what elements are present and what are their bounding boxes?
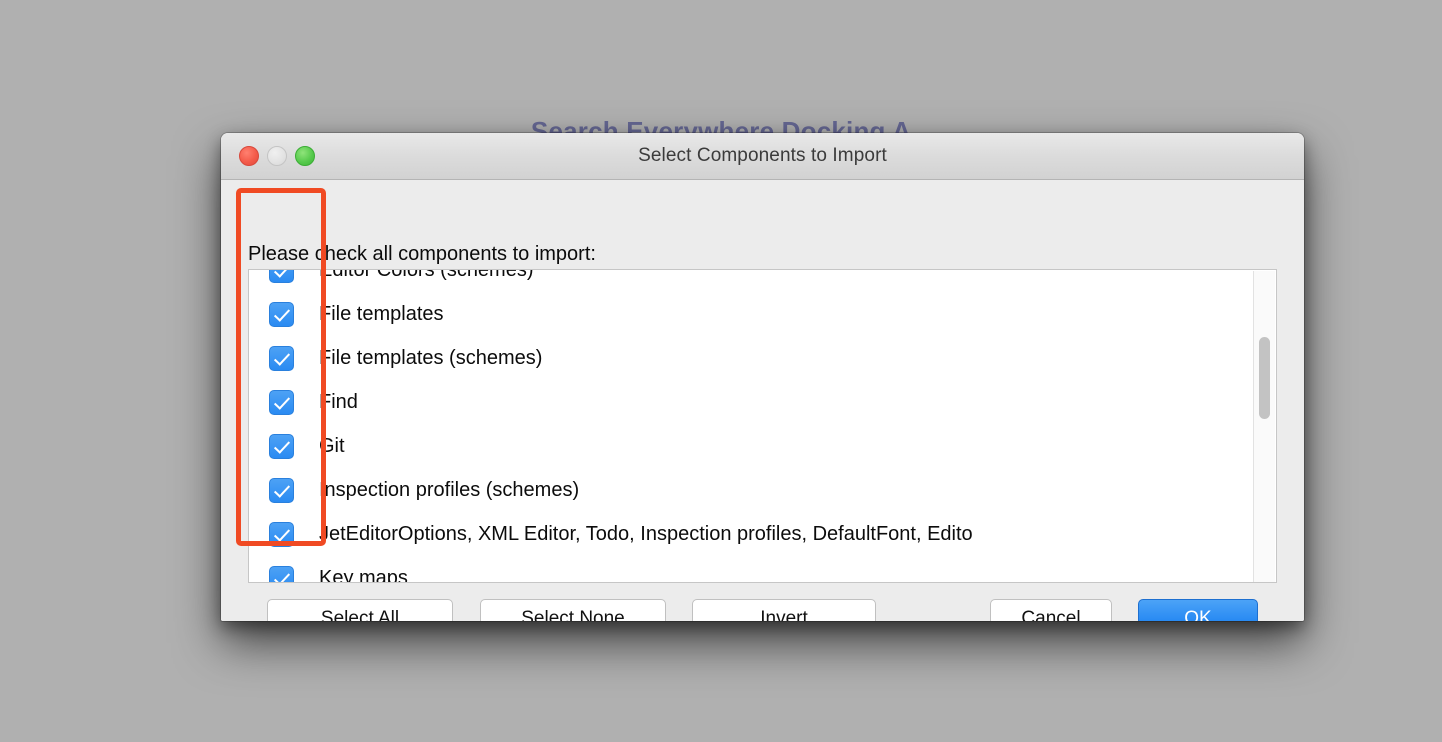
- checkbox-checked-icon[interactable]: [269, 301, 294, 327]
- list-item-label: Git: [319, 434, 345, 457]
- select-none-button[interactable]: Select None: [480, 599, 666, 621]
- dialog-title: Select Components to Import: [638, 145, 887, 166]
- minimize-button[interactable]: [267, 146, 287, 166]
- invert-button[interactable]: Invert: [692, 599, 876, 621]
- checkbox-checked-icon[interactable]: [269, 345, 294, 371]
- list-item[interactable]: Key maps: [249, 556, 1276, 583]
- dialog-titlebar[interactable]: Select Components to Import: [221, 133, 1304, 180]
- list-item-label: Editor Colors (schemes): [319, 269, 534, 281]
- list-item-label: Key maps: [319, 566, 408, 583]
- select-all-button[interactable]: Select All: [267, 599, 453, 621]
- list-item-label: Inspection profiles (schemes): [319, 478, 580, 501]
- window-controls: [239, 133, 315, 179]
- list-item[interactable]: Editor Colors (schemes): [249, 269, 1276, 292]
- dialog-button-bar: Select All Select None Invert Cancel OK: [221, 599, 1304, 621]
- import-components-dialog: Select Components to Import Please check…: [221, 133, 1304, 621]
- list-item-label: Find: [319, 390, 358, 413]
- maximize-button[interactable]: [295, 146, 315, 166]
- checkbox-checked-icon[interactable]: [269, 477, 294, 503]
- list-scrollbar-thumb[interactable]: [1259, 337, 1270, 419]
- list-scrollbar[interactable]: [1253, 271, 1275, 582]
- list-item[interactable]: File templates: [249, 292, 1276, 336]
- checkbox-checked-icon[interactable]: [269, 389, 294, 415]
- list-item-label: JetEditorOptions, XML Editor, Todo, Insp…: [319, 522, 973, 545]
- checkbox-checked-icon[interactable]: [269, 565, 294, 582]
- list-item[interactable]: Inspection profiles (schemes): [249, 468, 1276, 512]
- components-list: Editor Colors (schemes) File templates F…: [249, 269, 1276, 583]
- prompt-label: Please check all components to import:: [248, 243, 596, 265]
- close-button[interactable]: [239, 146, 259, 166]
- dialog-content: Please check all components to import: E…: [221, 180, 1304, 621]
- list-item[interactable]: Find: [249, 380, 1276, 424]
- components-list-panel[interactable]: Editor Colors (schemes) File templates F…: [248, 269, 1277, 583]
- list-item-label: File templates: [319, 302, 444, 325]
- list-item[interactable]: JetEditorOptions, XML Editor, Todo, Insp…: [249, 512, 1276, 556]
- checkbox-checked-icon[interactable]: [269, 270, 294, 283]
- list-item[interactable]: Git: [249, 424, 1276, 468]
- ok-button[interactable]: OK: [1138, 599, 1258, 621]
- cancel-button[interactable]: Cancel: [990, 599, 1112, 621]
- checkbox-checked-icon[interactable]: [269, 521, 294, 547]
- list-item-label: File templates (schemes): [319, 346, 543, 369]
- list-item[interactable]: File templates (schemes): [249, 336, 1276, 380]
- checkbox-checked-icon[interactable]: [269, 433, 294, 459]
